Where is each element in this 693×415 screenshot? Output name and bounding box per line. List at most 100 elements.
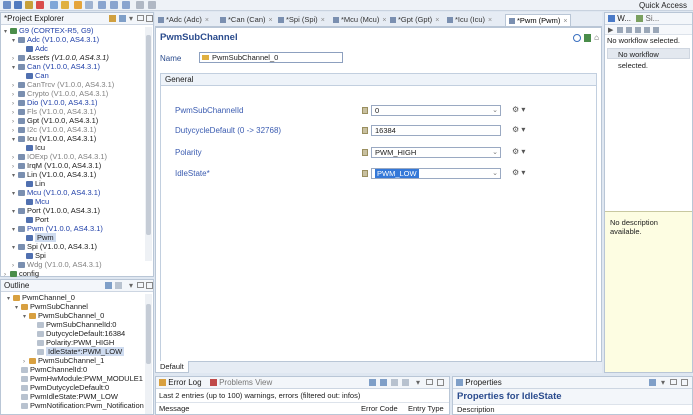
name-field[interactable]: PwmSubChannel_0 <box>199 52 343 63</box>
wf-minimize-icon[interactable] <box>653 27 659 33</box>
param-select[interactable]: PWM_HIGH ⌄ <box>371 147 501 158</box>
view-menu-icon[interactable]: ▾ <box>129 13 133 25</box>
close-icon[interactable]: × <box>563 18 567 25</box>
properties-minimize-icon[interactable] <box>670 379 677 385</box>
chevron-down-icon[interactable]: ⌄ <box>492 169 498 178</box>
general-section-header[interactable]: General <box>161 74 596 86</box>
close-icon[interactable]: × <box>205 17 209 24</box>
outline-tree-item[interactable]: ▾ PwmSubChannel_0 <box>23 311 104 320</box>
project-tree-item[interactable]: ▾ Lin (V1.0.0, AS4.3.1) <box>12 170 96 179</box>
validate-icon[interactable] <box>36 1 44 9</box>
outline-scrollbar-thumb[interactable] <box>146 304 151 364</box>
param-action-icon[interactable]: ⚙ ▾ <box>512 105 525 114</box>
step-icon[interactable] <box>617 27 623 33</box>
outline-tree-item[interactable]: PwmNotification:Pwm_Notification <box>15 401 144 410</box>
project-tree-item[interactable]: Can <box>20 71 49 80</box>
close-icon[interactable]: × <box>269 17 273 24</box>
outline-tree-item[interactable]: IdleState*:PWM_LOW <box>31 347 125 356</box>
help-icon[interactable] <box>584 34 591 42</box>
outline-sort-icon[interactable] <box>105 282 112 289</box>
nav-forward-icon[interactable] <box>110 1 118 9</box>
link-editor-icon[interactable] <box>119 15 126 22</box>
import-log-icon[interactable] <box>380 379 387 386</box>
project-tree-item[interactable]: ▾ Mcu (V1.0.0, AS4.3.1) <box>12 188 100 197</box>
nav-back-icon[interactable] <box>98 1 106 9</box>
project-tree-item[interactable]: › Assets (V1.0.0, AS4.3.1) <box>12 53 109 62</box>
link-icon[interactable] <box>148 1 156 9</box>
close-icon[interactable]: × <box>435 17 439 24</box>
lock-icon[interactable] <box>362 170 368 177</box>
list-icon[interactable] <box>644 27 650 33</box>
project-tree-item[interactable]: ▾ Spi (V1.0.0, AS4.3.1) <box>12 242 97 251</box>
maximize-icon[interactable] <box>146 15 153 22</box>
minimize-icon[interactable] <box>137 15 144 21</box>
quick-access[interactable]: Quick Access <box>639 0 687 11</box>
project-tree-item[interactable]: ▾ Adc (V1.0.0, AS4.3.1) <box>12 35 99 44</box>
outline-tree-item[interactable]: PwmIdleState:PWM_LOW <box>15 392 118 401</box>
lock-icon[interactable] <box>362 149 368 156</box>
collapse-all-icon[interactable] <box>109 15 116 22</box>
tab-gptgpt[interactable]: *Gpt (Gpt) × <box>390 14 439 26</box>
param-action-icon[interactable]: ⚙ ▾ <box>512 147 525 156</box>
clear-log-icon[interactable] <box>391 379 398 386</box>
outline-tree-item[interactable]: DutycycleDefault:16384 <box>31 329 125 338</box>
project-tree-item[interactable]: Port <box>20 215 49 224</box>
check-icon[interactable] <box>626 27 632 33</box>
outline-tree-item[interactable]: Polarity:PWM_HIGH <box>31 338 114 347</box>
project-tree-item[interactable]: › config <box>4 269 39 278</box>
project-tree-item[interactable]: › Fls (V1.0.0, AS4.3.1) <box>12 107 96 116</box>
project-tree-scrollbar[interactable] <box>145 27 152 261</box>
lock-icon[interactable] <box>362 127 368 134</box>
param-input[interactable]: 16384 <box>371 125 501 136</box>
param-select[interactable]: PWM_LOW ⌄ <box>371 168 501 179</box>
col-message[interactable]: Message <box>159 404 189 413</box>
project-tree-item[interactable]: Pwm <box>20 233 56 242</box>
tab-default[interactable]: Default <box>155 361 189 373</box>
project-tree-item[interactable]: › Wdg (V1.0.0, AS4.3.1) <box>12 260 102 269</box>
col-error-code[interactable]: Error Code <box>361 404 398 413</box>
param-select[interactable]: 0 ⌄ <box>371 105 501 116</box>
project-tree-item[interactable]: ▾ Port (V1.0.0, AS4.3.1) <box>12 206 100 215</box>
outline-tree-item[interactable]: PwmSubChannelId:0 <box>31 320 116 329</box>
outline-tree-item[interactable]: ▾ PwmSubChannel <box>15 302 88 311</box>
workflow-tab[interactable]: W... <box>617 14 631 23</box>
tab-pwmpwm[interactable]: *Pwm (Pwm) × <box>505 14 572 26</box>
tab-adcadc[interactable]: *Adc (Adc) × <box>158 14 209 26</box>
lock-icon[interactable] <box>362 107 368 114</box>
outline-filter-icon[interactable] <box>115 282 122 289</box>
home-icon[interactable]: ⌂ <box>594 33 599 42</box>
export-log-icon[interactable] <box>369 379 376 386</box>
run-icon[interactable]: ▶ <box>608 26 613 34</box>
tab-mcumcu[interactable]: *Mcu (Mcu) × <box>333 14 386 26</box>
project-tree-item[interactable]: ▾ Pwm (V1.0.0, AS4.3.1) <box>12 224 103 233</box>
param-action-icon[interactable]: ⚙ ▾ <box>512 125 525 134</box>
tab-icuicu[interactable]: *Icu (Icu) × <box>447 14 492 26</box>
edit-icon[interactable] <box>635 27 641 33</box>
simulation-tab[interactable]: Si... <box>645 14 659 23</box>
project-tree-item[interactable]: › Gpt (V1.0.0, AS4.3.1) <box>12 116 98 125</box>
close-icon[interactable]: × <box>382 17 386 24</box>
project-tree-item[interactable]: › Dio (V1.0.0, AS4.3.1) <box>12 98 97 107</box>
search-icon[interactable] <box>61 1 69 9</box>
refresh-icon[interactable] <box>85 1 93 9</box>
history-icon[interactable] <box>122 1 130 9</box>
outline-menu-icon[interactable]: ▾ <box>129 280 133 292</box>
delete-log-icon[interactable] <box>402 379 409 386</box>
project-tree-item[interactable]: ▾ Can (V1.0.0, AS4.3.1) <box>12 62 100 71</box>
param-action-icon[interactable]: ⚙ ▾ <box>512 168 525 177</box>
tab-problems-view[interactable]: Problems View <box>219 378 272 387</box>
project-tree-item[interactable]: › CanTrcv (V1.0.0, AS4.3.1) <box>12 80 114 89</box>
properties-menu-icon[interactable]: ▾ <box>661 377 665 388</box>
tab-properties[interactable]: Properties <box>465 378 501 387</box>
close-icon[interactable]: × <box>488 17 492 24</box>
tab-error-log[interactable]: Error Log <box>168 378 201 387</box>
save-icon[interactable] <box>3 1 11 9</box>
outline-title[interactable]: Outline <box>4 281 29 290</box>
back-icon[interactable] <box>50 1 58 9</box>
project-tree-item[interactable]: Lin <box>20 179 45 188</box>
project-tree-item[interactable]: Mcu <box>20 197 49 206</box>
project-tree-item[interactable]: › IrqM (V1.0.0, AS4.3.1) <box>12 161 101 170</box>
chevron-down-icon[interactable]: ⌄ <box>492 106 498 115</box>
scrollbar-thumb[interactable] <box>146 35 151 235</box>
tab-cancan[interactable]: *Can (Can) × <box>220 14 273 26</box>
